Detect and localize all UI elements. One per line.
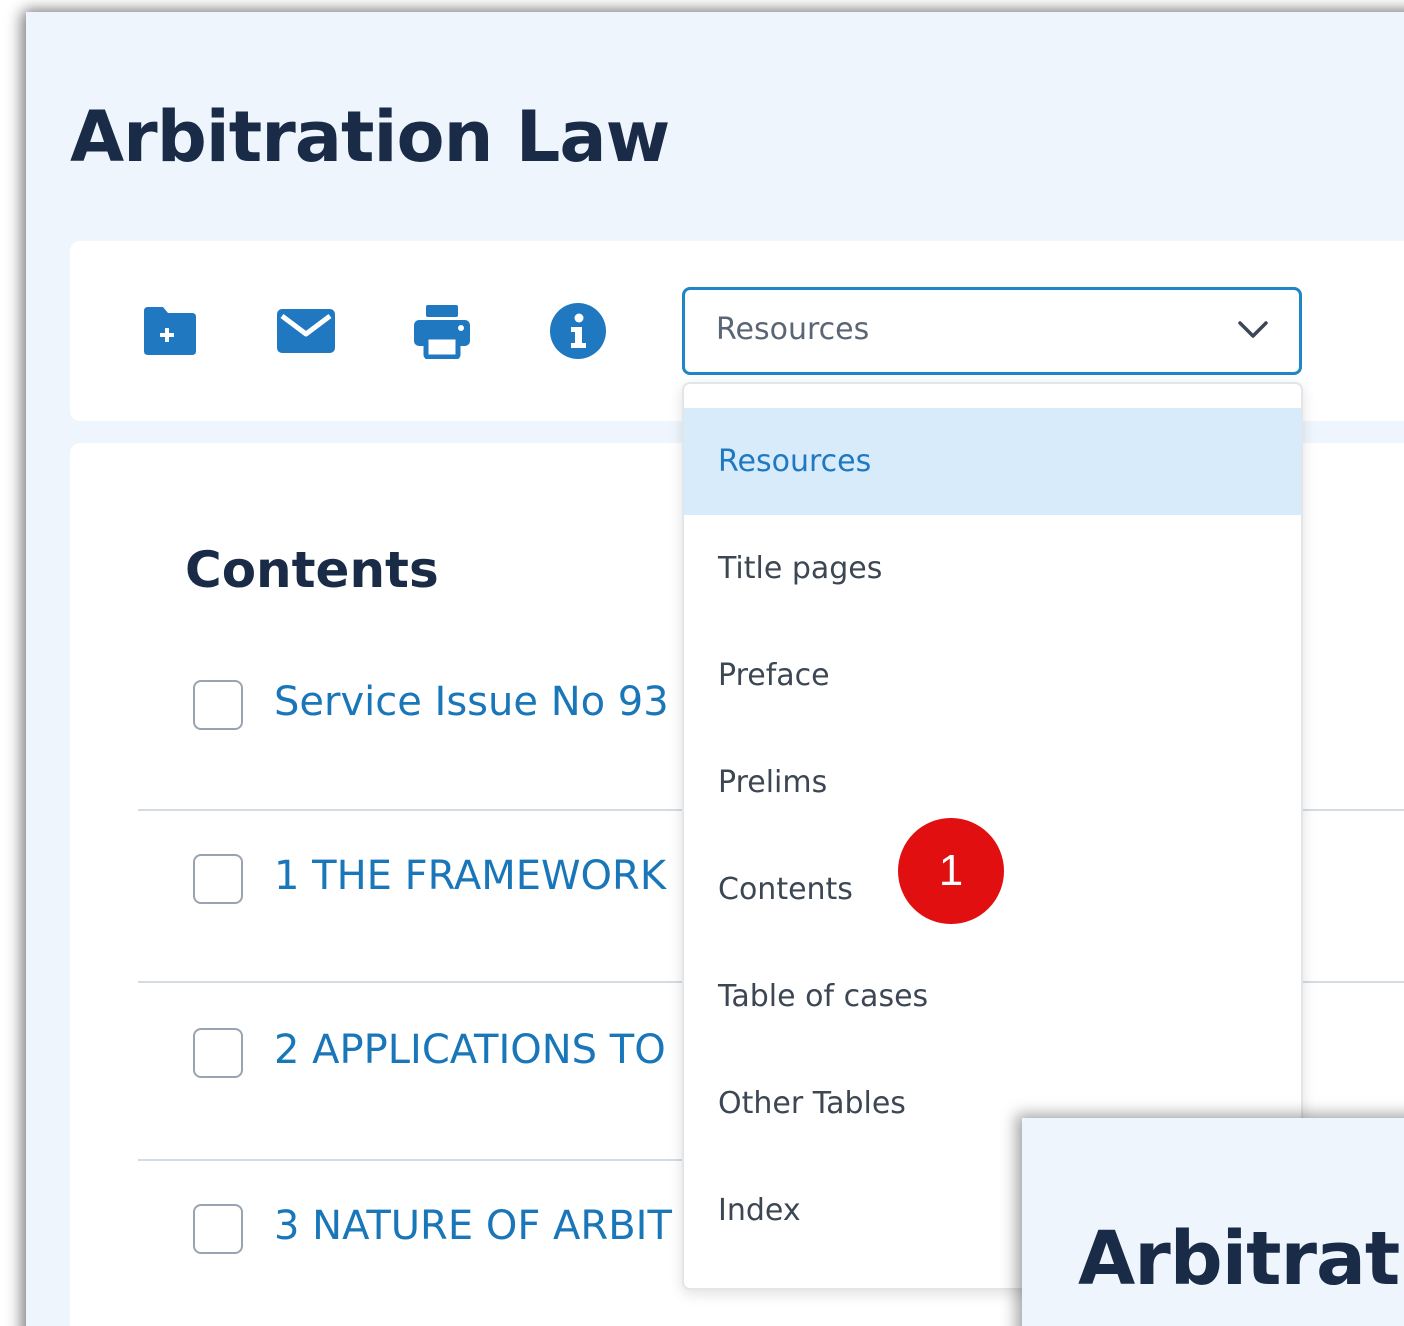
resources-select[interactable]: Resources <box>682 287 1302 375</box>
toc-checkbox[interactable] <box>193 1204 243 1254</box>
toc-link[interactable]: 3 NATURE OF ARBIT <box>274 1203 672 1249</box>
mail-icon[interactable] <box>276 301 336 361</box>
overlay-page-title: Arbitrat <box>1078 1216 1400 1302</box>
info-icon[interactable] <box>548 301 608 361</box>
dropdown-option-preface[interactable]: Preface <box>684 622 1301 729</box>
add-folder-icon[interactable] <box>140 301 200 361</box>
chevron-down-icon <box>1237 320 1269 344</box>
contents-heading: Contents <box>185 541 439 599</box>
toc-link[interactable]: 2 APPLICATIONS TO <box>274 1027 666 1073</box>
select-value: Resources <box>716 312 870 347</box>
toc-link[interactable]: 1 THE FRAMEWORK <box>274 853 666 899</box>
toc-checkbox[interactable] <box>193 680 243 730</box>
toc-link[interactable]: Service Issue No 93 <box>274 679 669 725</box>
dropdown-option-resources[interactable]: Resources <box>684 408 1301 515</box>
step-number-badge: 1 <box>898 818 1004 924</box>
overlay-window-preview: Arbitrat <box>1022 1118 1404 1326</box>
dropdown-option-prelims[interactable]: Prelims <box>684 729 1301 836</box>
dropdown-option-title-pages[interactable]: Title pages <box>684 515 1301 622</box>
page-title: Arbitration Law <box>70 96 670 178</box>
print-icon[interactable] <box>412 301 472 361</box>
toc-checkbox[interactable] <box>193 854 243 904</box>
dropdown-option-table-of-cases[interactable]: Table of cases <box>684 943 1301 1050</box>
toc-checkbox[interactable] <box>193 1028 243 1078</box>
